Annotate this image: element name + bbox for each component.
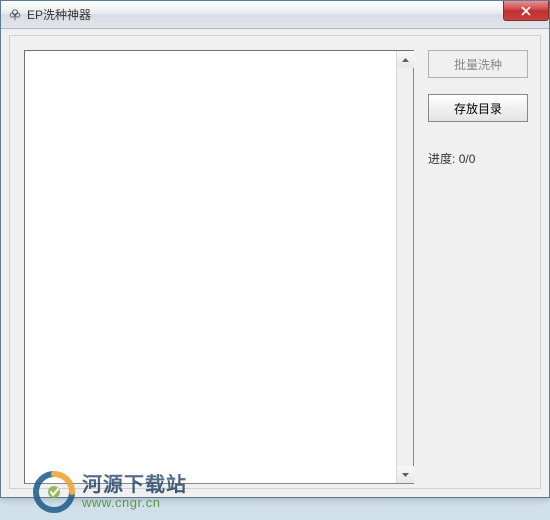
chevron-up-icon bbox=[402, 58, 409, 62]
close-button[interactable] bbox=[503, 1, 549, 21]
scroll-up-button[interactable] bbox=[397, 51, 414, 68]
progress-value: 0/0 bbox=[459, 152, 476, 166]
titlebar[interactable]: EP洗种神器 bbox=[1, 1, 549, 29]
progress-label: 进度: bbox=[428, 152, 455, 166]
watermark: 河源下载站 www.cngr.cn bbox=[32, 470, 187, 514]
batch-wash-button: 批量洗种 bbox=[428, 50, 528, 78]
vertical-scrollbar[interactable] bbox=[396, 51, 413, 483]
window-title: EP洗种神器 bbox=[27, 6, 91, 23]
app-window: EP洗种神器 批量洗种 存放目录 进度: 0/0 bbox=[0, 0, 550, 498]
chevron-down-icon bbox=[402, 473, 409, 477]
right-panel: 批量洗种 存放目录 进度: 0/0 bbox=[428, 50, 528, 167]
app-icon bbox=[7, 7, 23, 23]
save-directory-button[interactable]: 存放目录 bbox=[428, 94, 528, 122]
client-area: 批量洗种 存放目录 进度: 0/0 bbox=[9, 35, 541, 489]
scroll-down-button[interactable] bbox=[397, 466, 414, 483]
watermark-text: 河源下载站 www.cngr.cn bbox=[82, 474, 187, 510]
progress-text: 进度: 0/0 bbox=[428, 150, 528, 167]
textarea-content[interactable] bbox=[25, 51, 396, 483]
watermark-logo-icon bbox=[32, 470, 76, 514]
watermark-url: www.cngr.cn bbox=[82, 496, 187, 510]
main-textarea[interactable] bbox=[24, 50, 414, 484]
watermark-site-name: 河源下载站 bbox=[82, 474, 187, 496]
close-icon bbox=[521, 6, 531, 16]
